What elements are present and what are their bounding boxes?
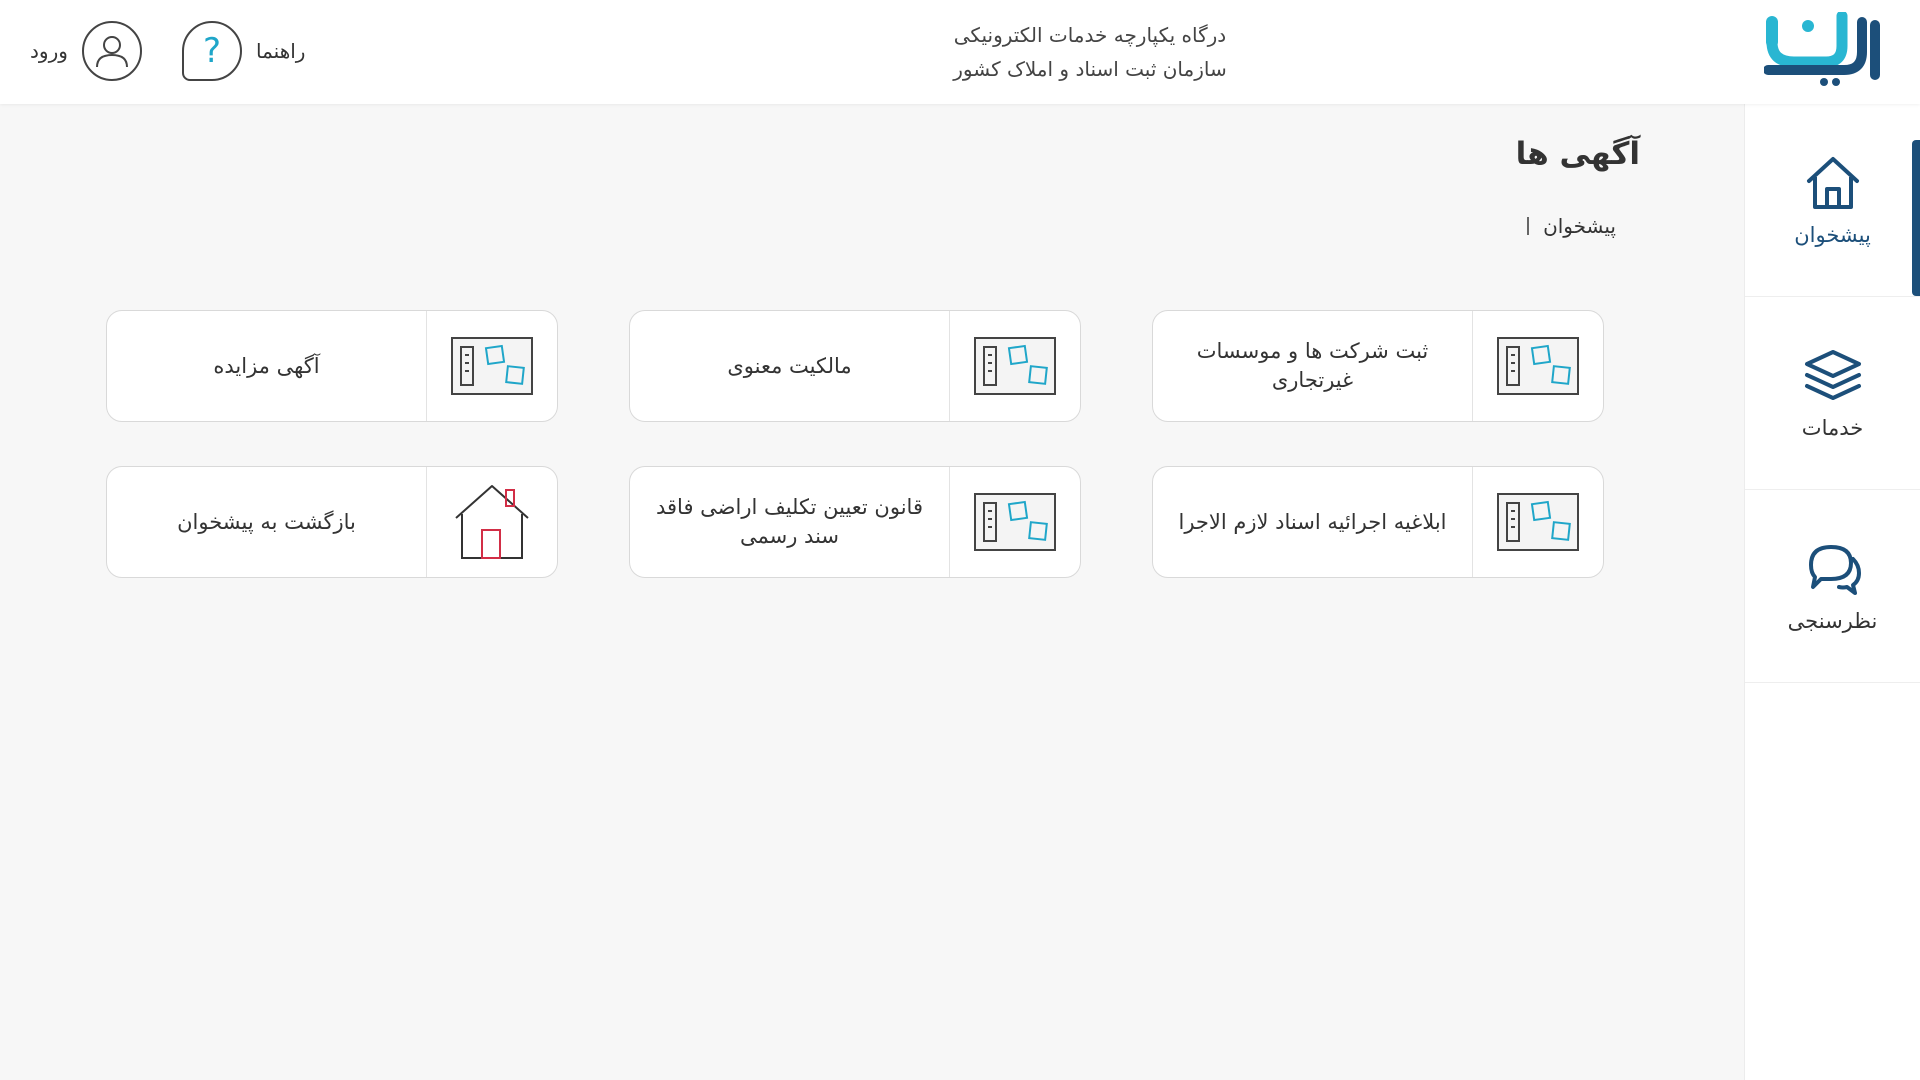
card-auction-notice[interactable]: آگهی مزایده [106,310,558,422]
notice-board-icon [1472,467,1603,577]
breadcrumb-separator [1527,217,1530,235]
portal-title: درگاه یکپارچه خدمات الکترونیکی سازمان ثب… [880,18,1300,86]
user-icon [81,21,142,81]
card-company-registration[interactable]: ثبت شرکت ها و موسسات غیرتجاری [1152,310,1604,422]
card-label: بازگشت به پیشخوان [177,509,356,534]
card-label: آگهی مزایده [213,353,320,378]
home-icon [1806,157,1859,209]
sidebar-item-dashboard[interactable]: پیشخوان [1745,104,1920,297]
help-icon: ? [182,21,242,81]
notice-board-icon [949,467,1080,577]
card-intellectual-property[interactable]: مالکیت معنوی [629,310,1081,422]
card-enforcement-notice[interactable]: ابلاغیه اجرائیه اسناد لازم الاجرا [1152,466,1604,578]
help-label: راهنما [256,39,306,63]
house-icon [426,467,557,577]
portal-title-line2: سازمان ثبت اسناد و املاک کشور [953,57,1227,81]
page-title: آگهی ها [1515,136,1640,172]
card-label: ثبت شرکت ها و موسسات غیرتجاری [1196,339,1429,392]
login-button[interactable]: ورود [30,18,142,84]
notice-board-icon [949,311,1080,421]
top-header: درگاه یکپارچه خدمات الکترونیکی سازمان ثب… [0,0,1920,104]
card-label: قانون تعیین تکلیف اراضی فاقد سند رسمی [655,495,923,548]
layers-icon [1804,350,1861,400]
login-label: ورود [30,39,68,63]
breadcrumb-item-dashboard[interactable]: پیشخوان [1543,214,1616,238]
portal-title-line1: درگاه یکپارچه خدمات الکترونیکی [953,23,1227,47]
sidebar: پیشخوان خدمات نظرسنجی [1744,104,1920,1080]
card-label: ابلاغیه اجرائیه اسناد لازم الاجرا [1178,509,1447,534]
sidebar-item-label: خدمات [1801,416,1864,440]
notice-board-icon [1472,311,1603,421]
help-button[interactable]: راهنما ? [182,18,305,84]
sidebar-item-label: نظرسنجی [1787,609,1878,633]
help-glyph: ? [202,31,222,71]
sabt-man-logo[interactable] [1763,10,1884,88]
card-land-title-law[interactable]: قانون تعیین تکلیف اراضی فاقد سند رسمی [629,466,1081,578]
notice-board-icon [426,311,557,421]
sidebar-item-survey[interactable]: نظرسنجی [1745,490,1920,683]
sidebar-item-label: پیشخوان [1794,223,1871,247]
chat-bubbles-icon [1808,545,1861,595]
sidebar-item-services[interactable]: خدمات [1745,297,1920,490]
breadcrumb: پیشخوان [1527,214,1616,238]
card-label: مالکیت معنوی [727,353,852,378]
card-back-to-dashboard[interactable]: بازگشت به پیشخوان [106,466,558,578]
